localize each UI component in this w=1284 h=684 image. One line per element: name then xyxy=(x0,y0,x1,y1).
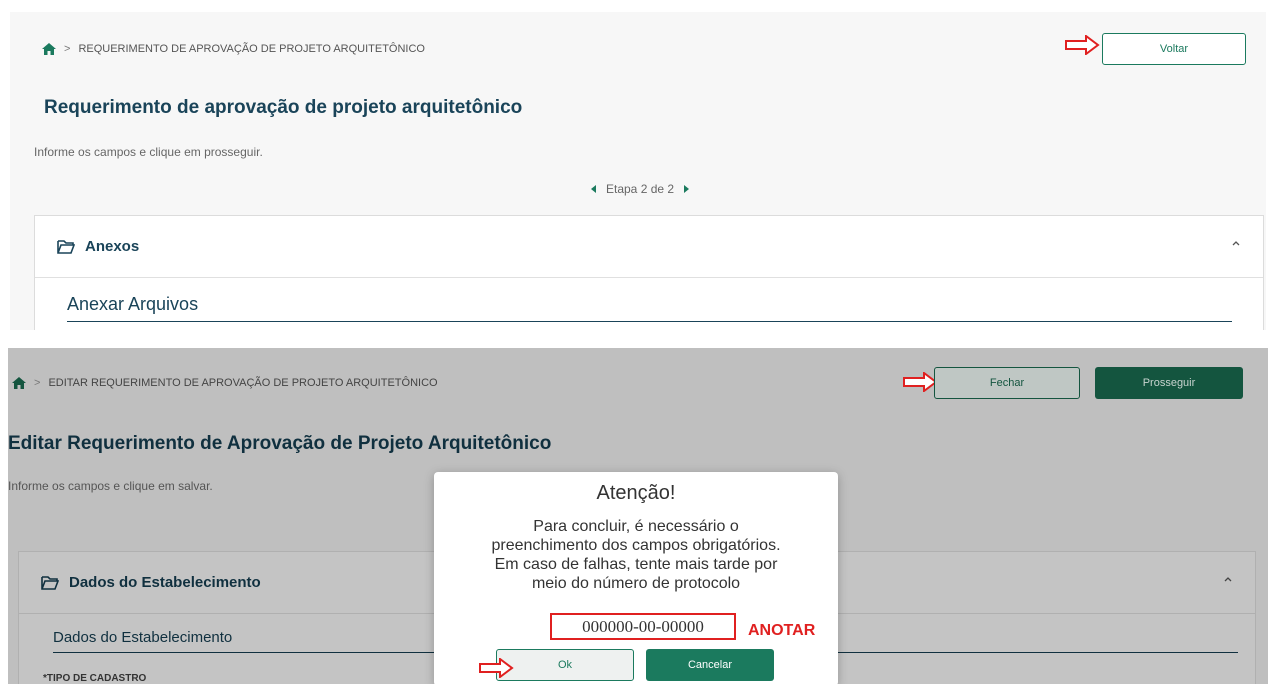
screenshot-edit-modal: > EDITAR REQUERIMENTO DE APROVAÇÃO DE PR… xyxy=(8,348,1268,684)
red-arrow-icon xyxy=(1065,35,1100,55)
cancel-button[interactable]: Cancelar xyxy=(646,649,774,681)
back-button[interactable]: Voltar xyxy=(1102,33,1246,65)
screenshot-step-2: > REQUERIMENTO DE APROVAÇÃO DE PROJETO A… xyxy=(10,12,1266,330)
home-icon[interactable] xyxy=(12,377,26,389)
breadcrumb: > EDITAR REQUERIMENTO DE APROVAÇÃO DE PR… xyxy=(12,377,438,389)
annotation-note: ANOTAR xyxy=(748,622,816,639)
panel-title: Dados do Estabelecimento xyxy=(69,574,261,591)
home-icon[interactable] xyxy=(42,43,56,55)
page-title: Requerimento de aprovação de projeto arq… xyxy=(44,97,523,118)
step-indicator: Etapa 2 de 2 xyxy=(606,182,675,196)
modal-message-line: Em caso de falhas, tente mais tarde por xyxy=(494,556,778,573)
field-label: *TIPO DE CADASTRO xyxy=(43,673,147,684)
page-title: Editar Requerimento de Aprovação de Proj… xyxy=(8,433,552,454)
section-title: Anexar Arquivos xyxy=(67,294,1232,322)
breadcrumb-current: EDITAR REQUERIMENTO DE APROVAÇÃO DE PROJ… xyxy=(48,377,438,389)
protocol-number: 000000-00-00000 xyxy=(550,613,736,640)
breadcrumb-separator: > xyxy=(34,377,41,389)
modal-message: Para concluir, é necessário o preenchime… xyxy=(444,517,828,593)
chevron-up-icon[interactable] xyxy=(1231,238,1241,248)
chevron-left-icon[interactable] xyxy=(591,185,596,193)
panel-title: Anexos xyxy=(85,238,140,255)
chevron-up-icon[interactable] xyxy=(1223,574,1233,584)
page-subtitle: Informe os campos e clique em prosseguir… xyxy=(34,145,263,159)
step-navigator: Etapa 2 de 2 xyxy=(591,182,690,196)
modal-message-line: Para concluir, é necessário o xyxy=(533,518,739,535)
page-subtitle: Informe os campos e clique em salvar. xyxy=(8,479,213,493)
proceed-button[interactable]: Prosseguir xyxy=(1095,367,1243,399)
red-arrow-icon xyxy=(479,658,514,678)
red-arrow-icon xyxy=(903,372,938,392)
breadcrumb-separator: > xyxy=(64,43,71,55)
ok-button[interactable]: Ok xyxy=(496,649,634,681)
folder-icon xyxy=(57,239,75,254)
panel-header[interactable]: Anexos xyxy=(35,216,1263,278)
breadcrumb-current: REQUERIMENTO DE APROVAÇÃO DE PROJETO ARQ… xyxy=(78,43,425,55)
modal-title: Atenção! xyxy=(596,482,676,504)
attention-modal: Atenção! Para concluir, é necessário o p… xyxy=(434,472,838,684)
attachments-panel: Anexos Anexar Arquivos xyxy=(34,215,1264,330)
chevron-right-icon[interactable] xyxy=(684,185,690,193)
close-button[interactable]: Fechar xyxy=(934,367,1080,399)
modal-message-line: meio do número de protocolo xyxy=(531,575,741,592)
breadcrumb: > REQUERIMENTO DE APROVAÇÃO DE PROJETO A… xyxy=(42,43,425,55)
modal-message-line: preenchimento dos campos obrigatórios. xyxy=(491,537,781,554)
folder-icon xyxy=(41,575,59,590)
